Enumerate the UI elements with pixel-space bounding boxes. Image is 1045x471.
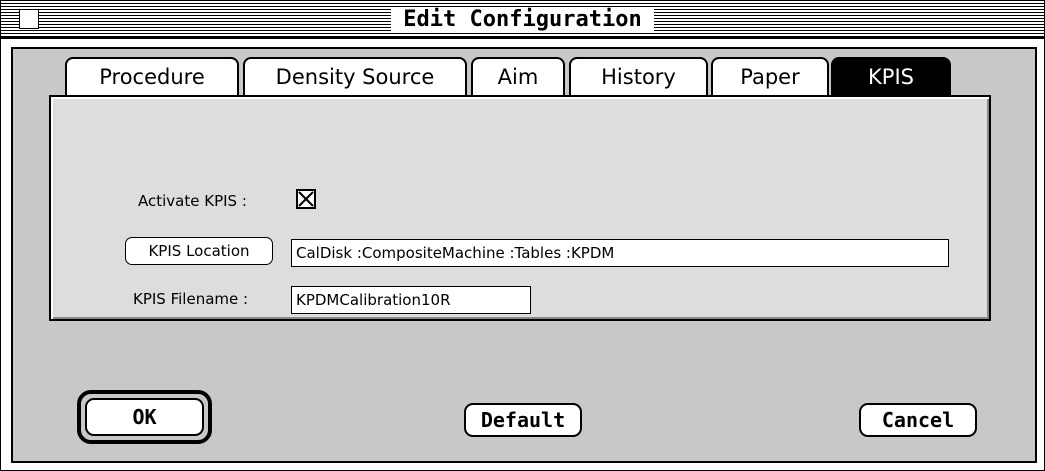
tab-paper[interactable]: Paper (711, 57, 829, 95)
activate-kpis-label: Activate KPIS : (138, 192, 247, 210)
tab-density-source[interactable]: Density Source (243, 57, 467, 95)
tab-aim[interactable]: Aim (471, 57, 565, 95)
window-title: Edit Configuration (391, 7, 654, 33)
ok-button[interactable]: OK (85, 398, 204, 436)
default-button[interactable]: Default (464, 403, 582, 437)
dialog-window: Edit Configuration Procedure Density Sou… (0, 0, 1045, 471)
tab-procedure[interactable]: Procedure (65, 57, 239, 95)
kpis-filename-field[interactable]: KPDMCalibration10R (291, 286, 531, 314)
title-bar[interactable]: Edit Configuration (1, 1, 1044, 39)
kpis-filename-label: KPIS Filename : (133, 290, 249, 308)
cancel-button[interactable]: Cancel (859, 403, 977, 437)
checkbox-checked-icon (298, 191, 314, 207)
tab-kpis[interactable]: KPIS (831, 57, 951, 95)
tab-history[interactable]: History (569, 57, 708, 95)
kpis-location-field[interactable]: CalDisk :CompositeMachine :Tables :KPDM (291, 239, 949, 267)
activate-kpis-checkbox[interactable] (296, 189, 316, 209)
kpis-location-button[interactable]: KPIS Location (125, 237, 273, 265)
